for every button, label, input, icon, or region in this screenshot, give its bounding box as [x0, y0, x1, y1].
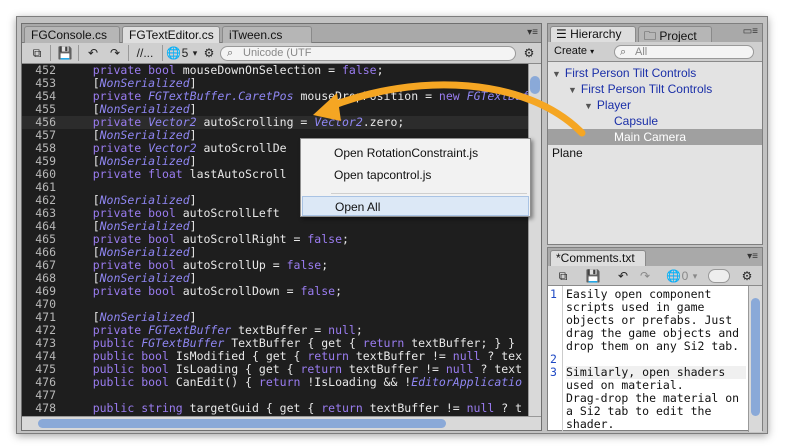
- gear-icon[interactable]: ⚙: [740, 268, 754, 284]
- hierarchy-item[interactable]: Main Camera: [548, 129, 762, 145]
- vertical-scrollbar[interactable]: [528, 64, 541, 416]
- hierarchy-panel: ☰ Hierarchy 🗀 Project ▭≡ Create ▾ ⌕ All …: [547, 23, 763, 245]
- line-text: private float lastAutoScroll: [92, 167, 287, 181]
- code-line[interactable]: 478 public string targetGuid { get { ret…: [22, 402, 541, 415]
- hierarchy-item-label: Main Camera: [614, 130, 687, 144]
- comments-toolbar: ⧉ 💾 ↶ ↷ 🌐 0 ▾ ⚙: [548, 266, 762, 286]
- line-number: 478: [35, 401, 56, 415]
- gear-icon[interactable]: ⚙: [522, 45, 536, 61]
- history-count: 5: [181, 46, 189, 60]
- hierarchy-search-input[interactable]: ⌕ All: [614, 45, 754, 59]
- panel-menu-icon[interactable]: ▭≡: [743, 26, 758, 37]
- save-icon[interactable]: 💾: [56, 45, 74, 61]
- globe-icon[interactable]: 🌐: [666, 268, 681, 284]
- hierarchy-tab-bar: ☰ Hierarchy 🗀 Project ▭≡: [548, 24, 762, 43]
- redo-icon[interactable]: ↷: [106, 45, 124, 61]
- comment-line[interactable]: drop them on any Si2 tab.: [566, 340, 739, 353]
- globe-icon[interactable]: 🌐: [166, 45, 181, 61]
- comments-scrollbar-thumb[interactable]: [751, 298, 760, 416]
- line-text: public bool CanEdit() { return !IsLoadin…: [92, 375, 523, 389]
- tab-hierarchy[interactable]: ☰ Hierarchy: [550, 26, 636, 42]
- tab-project[interactable]: 🗀 Project: [638, 26, 712, 43]
- line-text: public string targetGuid { get { return …: [92, 401, 523, 415]
- script-editor-panel: FGConsole.cs FGTextEditor.cs iTween.cs ▾…: [21, 23, 542, 431]
- expand-triangle-icon[interactable]: ▼: [552, 69, 561, 79]
- editor-toolbar: ⧉ 💾 ↶ ↷ //... 🌐 5 ▾ ⚙ ⌕ Unicode (UTF ⚙: [22, 43, 541, 64]
- tab-menu-icon[interactable]: ▾≡: [527, 27, 538, 38]
- open-scripts-context-menu: Open RotationConstraint.js Open tapcontr…: [300, 138, 531, 217]
- folder-icon: 🗀: [644, 29, 660, 43]
- hierarchy-search-placeholder: All: [635, 46, 648, 58]
- hierarchy-item[interactable]: ▼ First Person Tilt Controls: [548, 81, 762, 97]
- hierarchy-item[interactable]: ▼ First Person Tilt Controls: [548, 65, 762, 81]
- hierarchy-item[interactable]: Capsule: [548, 113, 762, 129]
- hierarchy-icon: ☰: [556, 27, 571, 41]
- redo-icon[interactable]: ↷: [636, 268, 654, 284]
- comments-text-area[interactable]: 1 Easily open component scripts used in ga…: [548, 286, 748, 432]
- line-number: 1: [550, 287, 557, 301]
- editor-tab-bar: FGConsole.cs FGTextEditor.cs iTween.cs ▾…: [22, 24, 541, 43]
- line-text: private bool autoScrollDown = false;: [92, 284, 342, 298]
- history-count: 0: [681, 269, 689, 283]
- encoding-search-input[interactable]: ⌕ Unicode (UTF: [220, 46, 516, 61]
- comments-tab-bar: *Comments.txt ▾≡: [548, 248, 762, 266]
- tab-hierarchy-label: Hierarchy: [570, 27, 622, 41]
- hierarchy-item-label: Capsule: [614, 114, 659, 128]
- unity-editor-window: FGConsole.cs FGTextEditor.cs iTween.cs ▾…: [16, 16, 768, 434]
- save-icon[interactable]: 💾: [584, 268, 602, 284]
- hierarchy-item-label: Player: [596, 98, 631, 112]
- search-icon: ⌕: [227, 47, 234, 59]
- undo-icon[interactable]: ↶: [84, 45, 102, 61]
- expand-triangle-icon[interactable]: ▼: [584, 101, 593, 111]
- expand-triangle-icon[interactable]: ▼: [568, 85, 577, 95]
- tab-itween[interactable]: iTween.cs: [222, 26, 312, 43]
- create-label: Create: [554, 45, 588, 57]
- comments-vertical-scrollbar[interactable]: [748, 286, 762, 432]
- undo-icon[interactable]: ↶: [614, 268, 632, 284]
- hierarchy-item[interactable]: ▼ Player: [548, 97, 762, 113]
- tab-project-label: Project: [659, 29, 697, 43]
- settings-icon[interactable]: ⚙: [202, 45, 216, 61]
- menu-item-open-tapcontrol[interactable]: Open tapcontrol.js: [302, 165, 529, 185]
- hierarchy-item-label: First Person Tilt Controls: [580, 82, 713, 96]
- hierarchy-item[interactable]: Plane: [548, 145, 762, 161]
- horizontal-scrollbar[interactable]: [22, 416, 541, 430]
- encoding-search-placeholder: Unicode (UTF: [243, 47, 312, 59]
- code-line[interactable]: 476 public bool CanEdit() { return !IsLo…: [22, 376, 541, 389]
- search-icon: ⌕: [620, 46, 627, 58]
- code-line[interactable]: 469 private bool autoScrollDown = false;: [22, 285, 541, 298]
- ping-script-icon[interactable]: ⧉: [28, 45, 46, 61]
- tab-fgtexteditor[interactable]: FGTextEditor.cs: [122, 26, 220, 43]
- search-toggle[interactable]: [708, 269, 730, 283]
- menu-item-open-rotationconstraint[interactable]: Open RotationConstraint.js: [302, 143, 529, 163]
- comment-line[interactable]: shader.: [566, 418, 614, 431]
- horizontal-scrollbar-thumb[interactable]: [38, 419, 446, 428]
- hierarchy-item-label: Plane: [552, 146, 583, 160]
- hierarchy-toolbar: Create ▾ ⌕ All: [548, 42, 762, 62]
- chevron-down-icon: ▾: [590, 47, 595, 56]
- chevron-down-icon[interactable]: ▾: [690, 268, 700, 284]
- tab-fgconsole[interactable]: FGConsole.cs: [24, 26, 120, 43]
- vertical-scrollbar-thumb[interactable]: [530, 76, 540, 94]
- create-dropdown[interactable]: Create ▾: [554, 45, 594, 57]
- menu-item-open-all[interactable]: Open All: [302, 196, 529, 216]
- toggle-comment-button[interactable]: //...: [132, 45, 158, 61]
- tab-menu-icon[interactable]: ▾≡: [747, 251, 758, 262]
- hierarchy-item-label: First Person Tilt Controls: [564, 66, 697, 80]
- line-number: 3: [550, 365, 557, 379]
- ping-script-icon[interactable]: ⧉: [554, 268, 572, 284]
- tab-comments[interactable]: *Comments.txt: [550, 250, 646, 266]
- code-view[interactable]: 452 private bool mouseDownOnSelection = …: [22, 64, 541, 416]
- chevron-down-icon[interactable]: ▾: [190, 45, 200, 61]
- comments-panel: *Comments.txt ▾≡ ⧉ 💾 ↶ ↷ 🌐 0 ▾ ⚙ 1 Easily…: [547, 247, 763, 432]
- menu-separator: [331, 193, 527, 194]
